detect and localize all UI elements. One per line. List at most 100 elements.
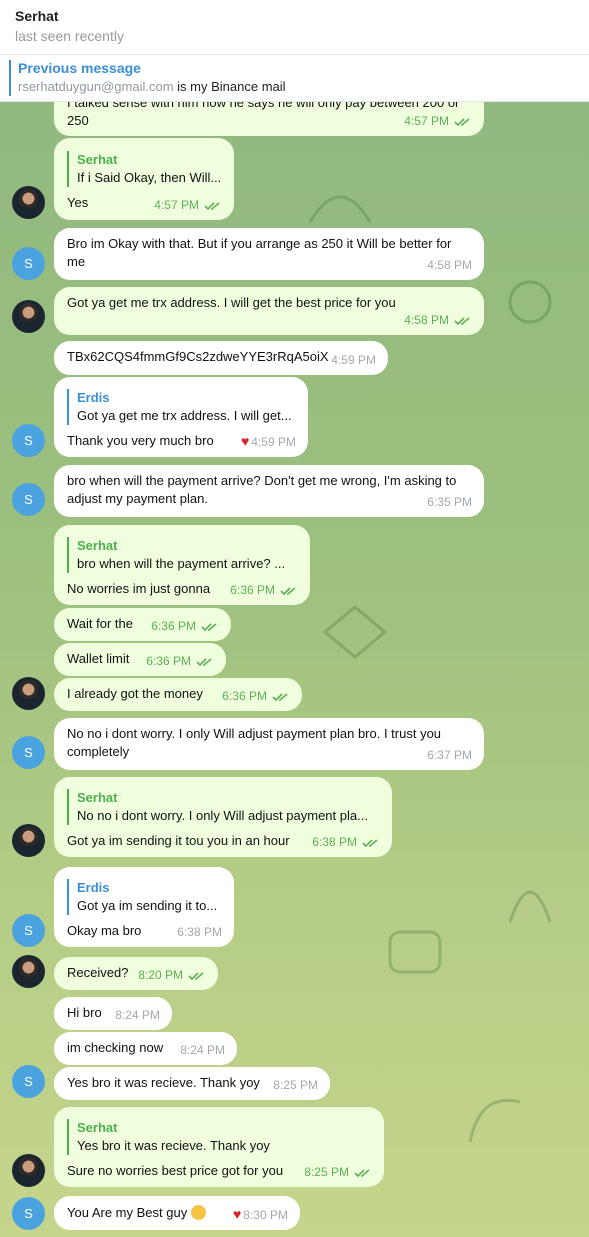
message-bubble-outgoing[interactable]: Serhat Yes bro it was recieve. Thank yoy… — [54, 1107, 384, 1187]
message-bubble-outgoing[interactable]: Serhat If i Said Okay, then Will... Yes … — [54, 138, 234, 220]
avatar[interactable]: S — [12, 1065, 45, 1098]
message-time-text: 4:58 PM — [404, 313, 449, 327]
message-time: 6:35 PM — [427, 495, 472, 509]
message-time: ♥ 8:30 PM — [233, 1205, 288, 1224]
message-text: No worries im just gonna — [67, 581, 211, 596]
heart-reaction-icon[interactable]: ♥ — [241, 433, 249, 449]
heart-reaction-icon[interactable]: ♥ — [233, 1206, 241, 1222]
reply-quote[interactable]: Serhat If i Said Okay, then Will... — [67, 151, 221, 187]
reply-text: bro when will the payment arrive? ... — [77, 556, 286, 571]
contact-name[interactable]: Serhat — [15, 8, 59, 24]
message-text: Got ya im sending it tou you in an hour — [67, 833, 290, 848]
message-text: TBx62CQS4fmmGf9Cs2zdweYYE3rRqA5oiX — [67, 349, 329, 364]
message-text: You Are my Best guy — [67, 1204, 207, 1222]
message-time-text: 6:38 PM — [312, 835, 357, 849]
message-bubble-outgoing[interactable]: Wallet limit 6:36 PM — [54, 643, 226, 676]
message-time: 8:20 PM — [138, 966, 206, 984]
message-bubble-incoming[interactable]: im checking now 8:24 PM — [54, 1032, 237, 1065]
pinned-email-link[interactable]: rserhatduygun@gmail.com — [18, 79, 174, 94]
message-bubble-outgoing[interactable]: Wait for the 6:36 PM — [54, 608, 231, 641]
avatar[interactable]: S — [12, 1197, 45, 1230]
background-doodle-icon — [388, 930, 442, 974]
reply-quote[interactable]: Serhat bro when will the payment arrive?… — [67, 537, 285, 573]
avatar[interactable] — [12, 300, 45, 333]
message-time-text: 6:36 PM — [222, 689, 267, 703]
reply-text: No no i dont worry. I only Will adjust p… — [77, 808, 368, 823]
background-doodle-icon — [322, 605, 388, 659]
double-check-icon — [454, 118, 470, 127]
message-text: Yes — [67, 195, 89, 210]
message-bubble-incoming[interactable]: bro when will the payment arrive? Don't … — [54, 465, 484, 517]
message-bubble-outgoing[interactable]: Serhat No no i dont worry. I only Will a… — [54, 777, 392, 857]
message-time: 8:25 PM — [273, 1078, 318, 1092]
avatar[interactable]: S — [12, 736, 45, 769]
double-check-icon — [272, 693, 288, 702]
message-time: ♥ 4:59 PM — [241, 432, 296, 451]
reply-quote[interactable]: Erdis Got ya get me trx address. I will … — [67, 389, 292, 425]
message-time-text: 4:59 PM — [251, 435, 296, 449]
message-time-text: 6:36 PM — [151, 619, 196, 633]
message-text: im checking now — [67, 1040, 164, 1055]
message-text: Wallet limit — [67, 651, 130, 666]
reply-quote[interactable]: Serhat Yes bro it was recieve. Thank yoy — [67, 1119, 270, 1155]
message-text: Wait for the — [67, 616, 133, 631]
message-bubble-incoming[interactable]: Bro im Okay with that. But if you arrang… — [54, 228, 484, 280]
background-doodle-icon — [468, 1098, 521, 1143]
reply-text: If i Said Okay, then Will... — [77, 170, 222, 185]
message-time: 4:57 PM — [154, 196, 222, 214]
avatar[interactable]: S — [12, 424, 45, 457]
background-doodle-icon — [508, 280, 552, 324]
message-bubble-outgoing[interactable]: I already got the money 6:36 PM — [54, 678, 302, 711]
message-bubble-incoming[interactable]: No no i dont worry. I only Will adjust p… — [54, 718, 484, 770]
reply-quote[interactable]: Erdis Got ya im sending it to... — [67, 879, 217, 915]
message-bubble-incoming[interactable]: Yes bro it was recieve. Thank yoy 8:25 P… — [54, 1067, 330, 1100]
avatar[interactable] — [12, 677, 45, 710]
double-check-icon — [204, 202, 220, 211]
message-time: 8:24 PM — [180, 1043, 225, 1057]
message-bubble-outgoing[interactable]: Got ya get me trx address. I will get th… — [54, 287, 484, 335]
message-bubble-incoming[interactable]: Erdis Got ya get me trx address. I will … — [54, 377, 308, 457]
message-time: 4:58 PM — [427, 258, 472, 272]
double-check-icon — [454, 317, 470, 326]
pinned-message-bar[interactable]: Previous message rserhatduygun@gmail.com… — [0, 55, 589, 102]
message-text: Okay ma bro — [67, 923, 142, 938]
avatar[interactable] — [12, 1154, 45, 1187]
message-text: Hi bro — [67, 1005, 102, 1020]
message-bubble-incoming[interactable]: Erdis Got ya im sending it to... Okay ma… — [54, 867, 234, 947]
message-time: 6:36 PM — [151, 617, 219, 635]
reply-author: Serhat — [77, 1120, 118, 1135]
message-bubble-outgoing[interactable]: Serhat bro when will the payment arrive?… — [54, 525, 310, 605]
double-check-icon — [280, 587, 296, 596]
message-text: Thank you very much bro — [67, 433, 214, 448]
reply-quote[interactable]: Serhat No no i dont worry. I only Will a… — [67, 789, 368, 825]
avatar[interactable]: S — [12, 483, 45, 516]
message-bubble-outgoing[interactable]: I talked sense with him now he says he w… — [54, 102, 484, 136]
avatar[interactable]: S — [12, 914, 45, 947]
reply-author: Serhat — [77, 790, 118, 805]
message-bubble-incoming[interactable]: TBx62CQS4fmmGf9Cs2zdweYYE3rRqA5oiX 4:59 … — [54, 341, 388, 375]
message-time-text: 4:57 PM — [404, 114, 449, 128]
message-time: 6:36 PM — [230, 581, 298, 599]
message-time-text: 8:20 PM — [138, 968, 183, 982]
message-text: bro when will the payment arrive? Don't … — [67, 473, 457, 506]
message-bubble-incoming[interactable]: Hi bro 8:24 PM — [54, 997, 172, 1030]
avatar[interactable] — [12, 186, 45, 219]
double-check-icon — [362, 839, 378, 848]
message-bubble-outgoing[interactable]: Received? 8:20 PM — [54, 957, 218, 990]
grinning-face-icon — [191, 1205, 207, 1220]
message-time: 4:59 PM — [331, 353, 376, 367]
pinned-text-rest: is my Binance mail — [173, 79, 286, 94]
double-check-icon — [188, 972, 204, 981]
message-time-text: 4:57 PM — [154, 198, 199, 212]
double-check-icon — [354, 1169, 370, 1178]
message-time-text: 8:25 PM — [304, 1165, 349, 1179]
message-list[interactable]: I talked sense with him now he says he w… — [0, 102, 589, 1237]
avatar[interactable] — [12, 824, 45, 857]
reply-author: Serhat — [77, 538, 118, 553]
chat-header[interactable]: Serhat last seen recently — [0, 0, 589, 55]
avatar[interactable]: S — [12, 247, 45, 280]
background-doodle-icon — [308, 195, 372, 223]
avatar[interactable] — [12, 955, 45, 988]
message-bubble-incoming[interactable]: You Are my Best guy ♥ 8:30 PM — [54, 1196, 300, 1230]
double-check-icon — [201, 623, 217, 632]
